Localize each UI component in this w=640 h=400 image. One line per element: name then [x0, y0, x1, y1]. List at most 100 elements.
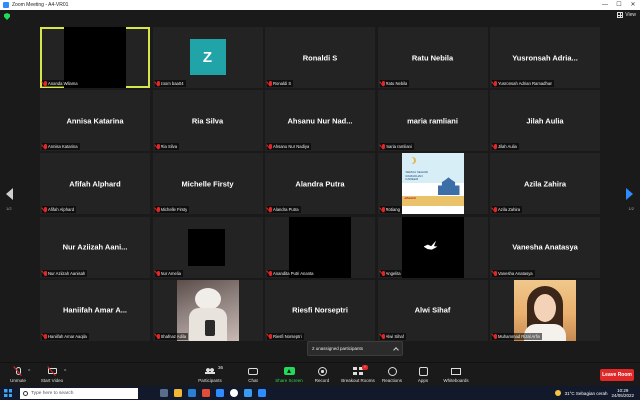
participant-tile[interactable]: Vanesha Anatasya Vanesha Anatasya — [490, 216, 600, 278]
participant-tile[interactable]: Haniifah Amar A... Haniifah Amar Aaqila — [40, 279, 150, 341]
participant-tile[interactable]: Alwi Sihaf Alwi Sihaf — [377, 279, 488, 341]
weather-text[interactable]: 31°C Sebagian cerah — [565, 391, 608, 396]
participant-display-name: Michelle Firsty — [181, 179, 234, 189]
window-title: Zoom Meeting - A4-VR01 — [12, 2, 69, 8]
video-options-caret[interactable]: ^ — [64, 369, 66, 375]
participant-name-tag: Jilah Aulia — [498, 144, 517, 150]
participant-tile[interactable]: Afifah Alphard Afifah Alphard — [40, 153, 150, 215]
participant-nameplate: Ahsanu Nur Nadiya — [267, 143, 312, 151]
previous-page-button[interactable] — [6, 188, 14, 200]
participant-name-tag: Anandita Putri Ananta — [273, 270, 314, 276]
participant-display-name: Annisa Katarina — [66, 116, 124, 126]
participant-display-name: Ratu Nebila — [411, 53, 454, 62]
participant-tile[interactable]: Muhammad Rizal Arfin — [490, 279, 600, 341]
record-button[interactable]: Record — [304, 366, 340, 383]
participant-name-tag: maria ramliani — [385, 144, 412, 150]
muted-mic-icon — [494, 81, 497, 86]
unmute-button[interactable]: Unmute — [0, 365, 36, 383]
taskbar-app-icon[interactable] — [160, 389, 168, 397]
participant-nameplate: Shafnaz Adila — [154, 332, 189, 340]
participant-tile[interactable]: Angelita — [377, 216, 488, 278]
weather-icon — [554, 390, 561, 396]
participant-tile[interactable]: Ronaldi S Ronaldi S — [265, 27, 375, 88]
participant-video — [289, 216, 351, 278]
taskbar-search-box[interactable]: Type here to search — [20, 387, 138, 399]
participant-tile[interactable]: Ratu Nebila Ratu Nebila — [377, 27, 488, 88]
participant-tile[interactable]: maria ramliani maria ramliani — [377, 90, 488, 152]
shield-icon[interactable] — [4, 13, 10, 20]
poster-logo: alfamidi — [404, 196, 416, 201]
participant-name-tag: Angelita — [385, 270, 401, 276]
participant-nameplate: Ria Silva — [154, 143, 180, 151]
participant-tile[interactable]: Riesfi Norseptri Riesfi Norseptri — [265, 279, 375, 341]
participant-tile[interactable]: Anandita Putri Ananta — [265, 216, 375, 278]
participant-tile[interactable]: Alandra Putra Alandra Putra — [265, 153, 375, 215]
participant-nameplate: Angelita — [379, 269, 403, 277]
chevron-up-icon[interactable] — [393, 346, 399, 353]
maximize-button[interactable]: ☐ — [612, 0, 626, 10]
participant-tile[interactable]: Michelle Firsty Michelle Firsty — [152, 153, 263, 215]
participant-tile[interactable]: Nur Amelia — [152, 216, 263, 278]
participant-video: SEMUA SEHARI RAMADHAN KAREEM alfamidi — [401, 153, 464, 215]
participants-button[interactable]: 36 Participants — [192, 365, 228, 383]
participant-tile[interactable]: Ahsanu Nur Nad... Ahsanu Nur Nadiya — [265, 90, 375, 152]
participant-tile[interactable]: Ria Silva Ria Silva — [152, 90, 263, 152]
taskbar-app-icon[interactable] — [244, 389, 252, 397]
participant-tile[interactable]: Shafnaz Adila — [152, 279, 263, 341]
participant-video — [187, 228, 225, 266]
search-placeholder: Type here to search — [31, 390, 74, 396]
arrow-left-icon — [6, 188, 13, 200]
participant-name-tag: Riesfi Norseptri — [273, 333, 302, 339]
participant-name-tag: Alwi Sihaf — [385, 333, 404, 339]
participant-video — [64, 27, 126, 88]
minimize-button[interactable]: — — [598, 0, 612, 10]
taskbar-app-icon[interactable] — [216, 389, 224, 397]
view-button[interactable]: View — [617, 12, 636, 18]
participant-name-tag: Muhammad Rizal Arfin — [498, 333, 541, 339]
leave-room-button[interactable]: Leave Room — [600, 369, 634, 381]
system-tray: 31°C Sebagian cerah 10:29 24/05/2022 — [554, 388, 640, 398]
close-button[interactable]: ✕ — [626, 0, 640, 10]
taskbar-app-icon[interactable] — [188, 389, 196, 397]
apps-button[interactable]: Apps — [405, 366, 441, 383]
taskbar-app-icon[interactable] — [174, 389, 182, 397]
participant-tile[interactable]: Annisa Katarina Annisa Katarina — [40, 90, 150, 152]
participant-nameplate: Riesfi Norseptri — [267, 332, 304, 340]
audio-options-caret[interactable]: ^ — [28, 369, 30, 375]
whiteboards-button[interactable]: Whiteboards — [438, 366, 474, 383]
participant-tile[interactable]: Ananda Wilama — [40, 27, 150, 88]
muted-mic-icon — [156, 333, 160, 339]
participant-grid: Ananda Wilama Zzoom baa04 Ronaldi S Ronaldi… — [40, 27, 600, 345]
taskbar-app-icon[interactable] — [202, 389, 210, 397]
breakout-alert-badge: ! — [362, 365, 368, 370]
avatar: Z — [189, 39, 226, 75]
page-indicator-right: 1/2 — [628, 206, 634, 211]
taskbar-app-icon[interactable] — [258, 389, 266, 397]
participant-tile[interactable]: Nur Aziizah Aani... Nur Aziizah Aanisah — [40, 216, 150, 278]
muted-mic-icon — [494, 207, 497, 213]
unassigned-participants-toast[interactable]: 2 unassigned participants — [307, 341, 403, 356]
share-screen-button[interactable]: Share Screen — [271, 366, 307, 383]
reactions-label: Reactions — [381, 378, 402, 383]
participant-tile[interactable]: Jilah Aulia Jilah Aulia — [490, 90, 600, 152]
muted-mic-icon — [381, 333, 385, 339]
windows-start-icon[interactable] — [4, 389, 12, 397]
muted-mic-icon — [156, 144, 160, 150]
participant-tile[interactable]: Zzoom baa04 — [152, 27, 263, 88]
next-page-button[interactable] — [626, 188, 634, 200]
participant-tile[interactable]: Yusronsah Adria... Yusronsah Adrian Ramad… — [490, 27, 600, 88]
participant-display-name: Ahsanu Nur Nad... — [287, 116, 353, 126]
participant-tile[interactable]: Azila Zahira Azila Zahira — [490, 153, 600, 215]
taskbar-app-icon[interactable] — [230, 389, 238, 397]
chat-button[interactable]: Chat — [235, 366, 271, 383]
participant-name-tag: Vanesha Anatasya — [498, 270, 533, 276]
muted-mic-icon — [381, 144, 385, 150]
muted-mic-icon — [44, 207, 47, 213]
participant-video — [514, 279, 576, 341]
participant-nameplate: zoom baa04 — [154, 80, 186, 87]
participant-name-tag: Ronaldi S — [273, 81, 292, 86]
participant-display-name: Riesfi Norseptri — [292, 305, 348, 315]
breakout-rooms-button[interactable]: ! Breakout Rooms — [340, 365, 376, 383]
clock[interactable]: 10:29 24/05/2022 — [611, 388, 634, 398]
participant-tile[interactable]: SEMUA SEHARI RAMADHAN KAREEM alfamidi Roti… — [377, 153, 488, 215]
